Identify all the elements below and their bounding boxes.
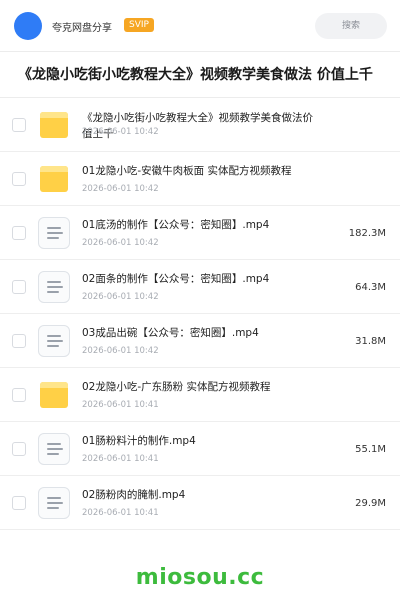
list-item[interactable]: 02面条的制作【公众号：密知圈】.mp4 2026-06-01 10:42 64… [0, 260, 400, 314]
list-item[interactable]: 01底汤的制作【公众号：密知圈】.mp4 2026-06-01 10:42 18… [0, 206, 400, 260]
folder-title-bar: 《龙隐小吃街小吃教程大全》视频教学美食做法 价值上千 [0, 52, 400, 98]
item-date: 2026-06-01 10:42 [82, 292, 159, 302]
svip-badge: SVIP [124, 18, 154, 32]
app-header: 夸克网盘分享 SVIP 搜索 [0, 0, 400, 52]
select-checkbox[interactable] [12, 334, 26, 348]
list-item[interactable]: 01肠粉料汁的制作.mp4 2026-06-01 10:41 55.1M [0, 422, 400, 476]
list-item[interactable]: 《龙隐小吃街小吃教程大全》视频教学美食做法价值上千 2026-06-01 10:… [0, 98, 400, 152]
item-name: 01肠粉料汁的制作.mp4 [82, 435, 196, 447]
select-checkbox[interactable] [12, 388, 26, 402]
list-item[interactable]: 01龙隐小吃-安徽牛肉板面 实体配方视频教程 2026-06-01 10:42 [0, 152, 400, 206]
item-date: 2026-06-01 10:42 [82, 238, 159, 248]
avatar[interactable] [14, 12, 42, 40]
video-file-icon [38, 217, 70, 249]
list-item[interactable]: 02肠粉肉的腌制.mp4 2026-06-01 10:41 29.9M [0, 476, 400, 530]
item-size: 55.1M [355, 444, 386, 455]
item-date: 2026-06-01 10:41 [82, 454, 159, 464]
watermark-footer: miosou.cc [0, 550, 400, 600]
file-list: 《龙隐小吃街小吃教程大全》视频教学美食做法价值上千 2026-06-01 10:… [0, 98, 400, 530]
brand-name: 夸克网盘分享 [52, 23, 112, 34]
item-name: 03成品出碗【公众号：密知圈】.mp4 [82, 327, 259, 339]
item-size: 182.3M [348, 228, 386, 239]
page-title: 《龙隐小吃街小吃教程大全》视频教学美食做法 价值上千 [18, 67, 373, 83]
item-date: 2026-06-01 10:42 [82, 184, 159, 194]
item-size: 64.3M [355, 282, 386, 293]
select-checkbox[interactable] [12, 280, 26, 294]
folder-icon [38, 379, 70, 411]
item-size: 29.9M [355, 498, 386, 509]
search-button[interactable]: 搜索 [315, 13, 387, 39]
item-name: 02肠粉肉的腌制.mp4 [82, 489, 186, 501]
video-file-icon [38, 325, 70, 357]
select-checkbox[interactable] [12, 442, 26, 456]
select-checkbox[interactable] [12, 226, 26, 240]
list-item[interactable]: 03成品出碗【公众号：密知圈】.mp4 2026-06-01 10:42 31.… [0, 314, 400, 368]
item-name: 《龙隐小吃街小吃教程大全》视频教学美食做法价值上千 [82, 112, 313, 140]
list-item[interactable]: 02龙隐小吃-广东肠粉 实体配方视频教程 2026-06-01 10:41 [0, 368, 400, 422]
select-checkbox[interactable] [12, 496, 26, 510]
select-checkbox[interactable] [12, 118, 26, 132]
select-checkbox[interactable] [12, 172, 26, 186]
item-date: 2026-06-01 10:41 [82, 400, 159, 410]
video-file-icon [38, 433, 70, 465]
video-file-icon [38, 487, 70, 519]
video-file-icon [38, 271, 70, 303]
item-date: 2026-06-01 10:42 [82, 127, 159, 137]
item-name: 02龙隐小吃-广东肠粉 实体配方视频教程 [82, 381, 271, 393]
item-name: 02面条的制作【公众号：密知圈】.mp4 [82, 273, 270, 285]
item-name: 01底汤的制作【公众号：密知圈】.mp4 [82, 219, 270, 231]
folder-icon [38, 163, 70, 195]
watermark-text: miosou.cc [135, 565, 265, 590]
item-name: 01龙隐小吃-安徽牛肉板面 实体配方视频教程 [82, 165, 292, 177]
folder-icon [38, 109, 70, 141]
item-size: 31.8M [355, 336, 386, 347]
item-date: 2026-06-01 10:42 [82, 346, 159, 356]
item-date: 2026-06-01 10:41 [82, 508, 159, 518]
